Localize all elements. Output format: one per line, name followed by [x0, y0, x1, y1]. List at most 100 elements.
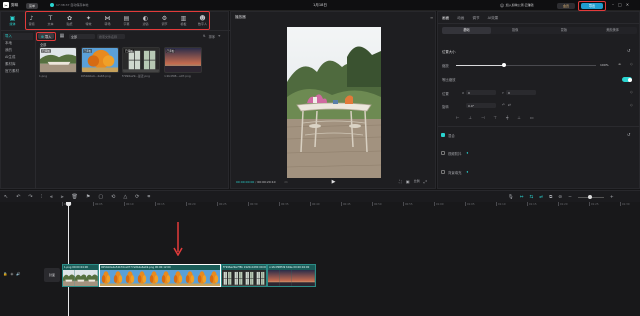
minimize-icon[interactable]: – — [612, 2, 614, 7]
maximize-icon[interactable]: □ — [618, 2, 622, 7]
zoom-slider[interactable] — [577, 195, 604, 199]
keyframe-icon[interactable]: ◇ — [630, 90, 633, 94]
close-icon[interactable]: ✕ — [626, 2, 629, 7]
media-thumbnail[interactable]: 已添加 — [163, 47, 202, 73]
tab-3[interactable]: AI效果 — [488, 16, 499, 21]
zoom-in-icon[interactable]: + — [610, 195, 614, 200]
snap-icon[interactable]: ⇆ — [530, 195, 534, 200]
stabilize-checkbox[interactable] — [441, 151, 445, 155]
align-top-icon[interactable]: ⊤ — [493, 115, 496, 120]
align-bottom-icon[interactable]: ⊥ — [517, 115, 520, 120]
filter-funnel-icon[interactable]: ⏷ — [218, 34, 221, 39]
split-left-icon[interactable]: ⫷ — [50, 194, 53, 200]
mic-icon[interactable]: 🎙 — [508, 195, 514, 200]
tab-1[interactable]: 动画 — [457, 16, 464, 21]
undo-icon[interactable]: ↶ — [16, 194, 20, 200]
sort-icon[interactable]: ⇅ — [203, 34, 206, 39]
lock-ratio-toggle[interactable] — [622, 77, 632, 82]
media-item[interactable]: 已添加 1.png — [39, 47, 77, 78]
ratio-icon[interactable]: ▣ — [406, 179, 410, 184]
align-center-h-icon[interactable]: ⊥ — [468, 115, 471, 120]
menu-button[interactable]: 菜单 — [26, 2, 39, 9]
align-fill-icon[interactable]: ▭ — [530, 115, 534, 120]
filter-dropdown[interactable]: 全部 — [69, 34, 95, 39]
linkage-icon[interactable]: ⧉ — [549, 194, 552, 200]
zoom-out-icon[interactable]: − — [568, 195, 572, 200]
fullscreen-icon[interactable]: ⤢ — [424, 179, 427, 184]
marker-icon[interactable]: ⚑ — [86, 194, 90, 200]
reverse-icon[interactable]: ⟲ — [111, 194, 115, 200]
subtab-0[interactable]: 基础 — [442, 27, 491, 34]
select-icon[interactable]: ↖ — [4, 194, 8, 200]
mirror-icon[interactable]: △ — [123, 194, 127, 200]
background-checkbox[interactable] — [441, 170, 445, 174]
flip-icon[interactable]: ⇄ — [508, 103, 511, 107]
keyframe-icon[interactable]: ◇ — [630, 62, 633, 66]
tab-2[interactable]: 调节 — [472, 16, 479, 21]
position-y-field[interactable]: 0 — [506, 90, 536, 95]
sidebar-item[interactable]: 导入 — [3, 33, 33, 40]
subtab-1[interactable]: 抠像 — [491, 27, 540, 34]
align-left-icon[interactable]: ⊢ — [456, 115, 459, 120]
sidebar-item[interactable]: 素材库 — [3, 61, 33, 68]
split-right-icon[interactable]: ⫸ — [61, 194, 64, 200]
fit-zoom-icon[interactable]: ⊝ — [558, 195, 562, 200]
scale-slider-handle[interactable] — [502, 63, 506, 67]
position-x-field[interactable]: 0 — [466, 90, 496, 95]
volume-icon[interactable]: 🔊 — [16, 272, 20, 276]
vip-button[interactable]: 会员 — [557, 2, 575, 9]
toolbar-media[interactable]: ▣ 媒体 — [5, 14, 20, 28]
timeline-clip[interactable]: f7996a29e7f8b 1920x1080 00:00:04:00 — [221, 264, 267, 287]
split-icon[interactable]: ⫶ — [41, 194, 42, 200]
cover-button[interactable]: 封面 — [44, 268, 60, 282]
share-promo[interactable]: ☺ 加入剪映公测,云赚钱 — [500, 3, 534, 8]
subtab-2[interactable]: 蒙版 — [540, 27, 589, 34]
align-middle-icon[interactable]: ╪ — [506, 115, 508, 120]
lock-icon[interactable]: 🔒 — [3, 272, 7, 276]
media-item[interactable]: 已添加 cc2b4f98...e97.png — [163, 47, 202, 78]
stepper-icon[interactable]: ◂▸ — [618, 62, 621, 66]
import-button[interactable]: ⊕ 导入 — [38, 33, 54, 39]
play-icon[interactable]: ▶ — [330, 178, 337, 185]
player-menu-icon[interactable]: ≡ — [430, 15, 433, 20]
playhead[interactable] — [68, 202, 69, 316]
search-input[interactable]: 搜索文件名称 — [97, 34, 125, 39]
scale-slider[interactable] — [456, 63, 596, 67]
blend-checkbox[interactable] — [441, 133, 445, 137]
freeze-icon[interactable]: ▢ — [98, 194, 103, 200]
grid-view-icon[interactable]: ▦ — [59, 33, 65, 39]
preview-axis-icon[interactable]: ⇌ — [539, 195, 543, 200]
subtab-3[interactable]: 美颜美体 — [588, 27, 637, 34]
sidebar-item[interactable]: 官方素材 — [3, 68, 33, 75]
sidebar-item[interactable]: 我的 — [3, 47, 33, 54]
rotate-field[interactable]: 0.0° — [466, 103, 496, 108]
rotate-icon[interactable]: ⟳ — [135, 194, 139, 200]
timeline-clip[interactable]: 005bb0a4e54b76ca9777e8b4a6ab9.png 00:00:… — [99, 264, 221, 287]
sidebar-item[interactable]: AI生成 — [3, 54, 33, 61]
reset-icon[interactable]: ↺ — [627, 48, 630, 53]
delete-icon[interactable]: 🗑 — [72, 194, 78, 200]
link-main-icon[interactable]: ⇔ — [520, 195, 524, 200]
align-right-icon[interactable]: ⊣ — [481, 115, 484, 120]
ratio-label[interactable]: 比例 — [414, 179, 420, 184]
sidebar-item[interactable]: 本地 — [3, 40, 33, 47]
timecode-icon[interactable]: ▭ — [283, 179, 289, 184]
redo-icon[interactable]: ↷ — [28, 194, 32, 200]
scale-value[interactable]: 100% — [600, 63, 609, 67]
crop-icon[interactable]: ⌗ — [147, 194, 150, 200]
sort-controls[interactable]: ⇅ 排序 ⏷ — [203, 34, 221, 39]
timeline-clip[interactable]: cc2b4f98fd9 6b9e 00:00:04:00 — [267, 264, 316, 287]
export-button[interactable]: 导出 — [581, 2, 603, 9]
media-thumbnail[interactable]: 已添加 — [122, 47, 160, 73]
media-thumbnail[interactable]: 已添加 — [80, 47, 119, 73]
rotate-left-icon[interactable]: ↶ — [502, 103, 505, 107]
tab-0[interactable]: 画面 — [442, 16, 449, 21]
reset-icon[interactable]: ↺ — [627, 132, 630, 137]
keyframe-icon[interactable]: ◇ — [630, 103, 633, 107]
media-thumbnail[interactable]: 已添加 — [39, 47, 77, 73]
media-item[interactable]: 已添加 f7996a29...最近.png — [122, 47, 160, 78]
timeline-clip[interactable]: 1.png 00:00:04:00 — [62, 264, 99, 287]
eye-icon[interactable]: ◉ — [10, 272, 13, 276]
playhead-handle[interactable] — [66, 202, 71, 206]
fit-icon[interactable]: ⛶ — [399, 179, 402, 184]
